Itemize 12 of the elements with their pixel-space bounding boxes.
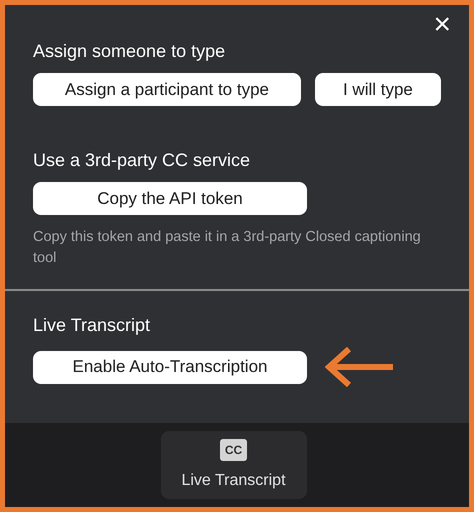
section-heading: Use a 3rd-party CC service bbox=[33, 149, 252, 172]
action-button[interactable]: Copy the API token bbox=[33, 182, 307, 215]
cc-icon: CC bbox=[220, 439, 248, 461]
action-button[interactable]: Assign a participant to type bbox=[33, 73, 301, 106]
action-button[interactable]: I will type bbox=[314, 73, 441, 106]
section-heading: Live Transcript bbox=[33, 314, 152, 337]
hint-text: Copy this token and paste it in a 3rd-party Closed captioning tool bbox=[33, 228, 422, 268]
close-button[interactable]: × bbox=[433, 11, 451, 39]
action-button[interactable]: Enable Auto-Transcription bbox=[33, 350, 307, 384]
arrow-icon bbox=[325, 347, 395, 387]
live-transcript-button[interactable]: CC Live Transcript bbox=[160, 431, 306, 499]
section-heading: Assign someone to type bbox=[33, 40, 226, 63]
